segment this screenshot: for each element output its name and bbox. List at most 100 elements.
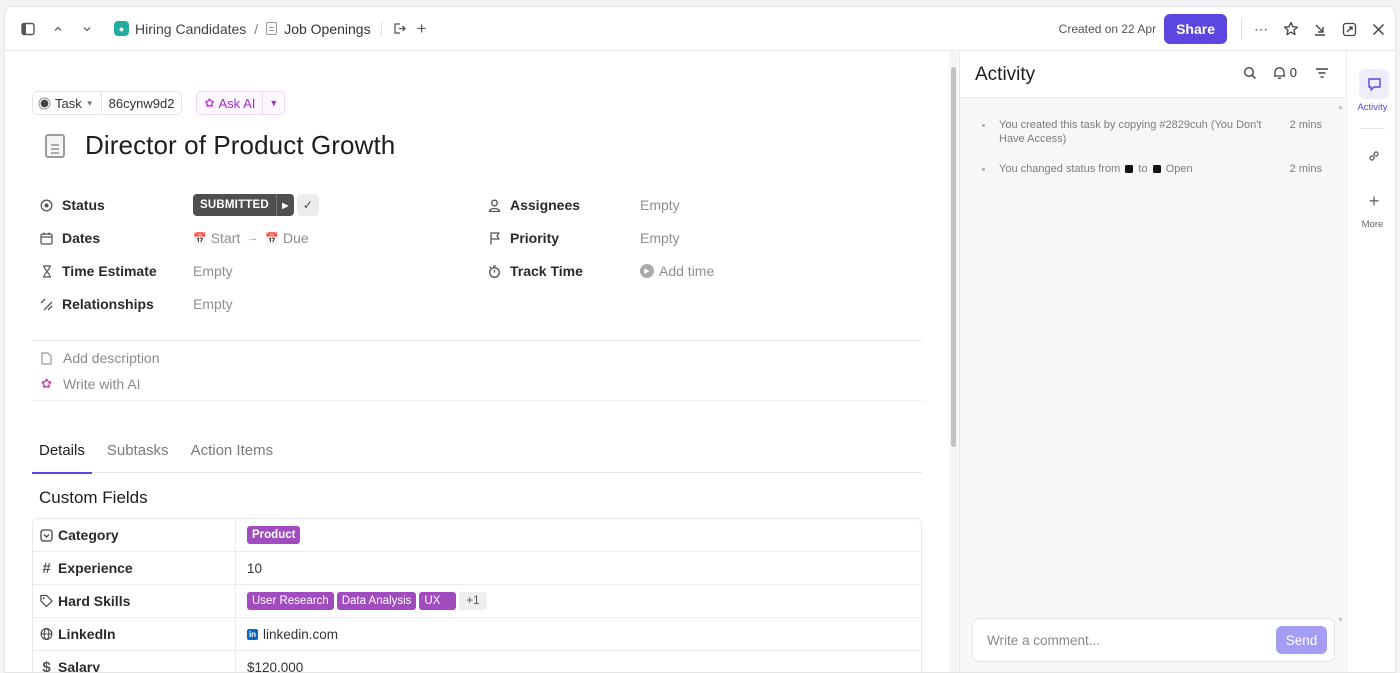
- due-date-button[interactable]: 📅 Due: [265, 230, 308, 246]
- write-with-ai-button[interactable]: ✿ Write with AI: [40, 376, 141, 392]
- rail-activity-button[interactable]: [1359, 69, 1389, 99]
- right-rail: Activity + More: [1346, 52, 1395, 672]
- field-relationships: Relationships: [40, 293, 154, 315]
- globe-icon: [40, 628, 53, 641]
- filter-icon[interactable]: [1315, 67, 1329, 79]
- table-row: Hard Skills User Research Data Analysis …: [33, 585, 921, 618]
- write-with-ai-label: Write with AI: [63, 376, 141, 392]
- ask-ai-label: Ask AI: [218, 95, 256, 111]
- rail-more-button[interactable]: +: [1359, 186, 1389, 216]
- status-value: SUBMITTED ▶ ✓: [193, 194, 319, 216]
- category-tag: Product: [247, 526, 301, 544]
- calendar-icon: [40, 232, 53, 245]
- bullet: [982, 168, 985, 171]
- tab-action-items[interactable]: Action Items: [184, 428, 281, 473]
- close-icon[interactable]: [1367, 18, 1389, 40]
- status-change-mid: to: [1138, 163, 1148, 175]
- expand-icon[interactable]: [1338, 18, 1360, 40]
- tab-details[interactable]: Details: [32, 428, 92, 474]
- chat-icon: [1367, 77, 1381, 91]
- breadcrumb-space[interactable]: Hiring Candidates: [135, 21, 246, 37]
- list-doc-icon: [266, 22, 278, 35]
- star-icon[interactable]: [1280, 18, 1302, 40]
- breadcrumb-list[interactable]: Job Openings: [284, 21, 370, 37]
- scroll-up-icon[interactable]: ▲: [1337, 104, 1344, 111]
- rail-activity-label: Activity: [1357, 102, 1388, 113]
- activity-tools: 0: [1243, 65, 1329, 80]
- priority-label: Priority: [510, 230, 560, 246]
- activity-time: 2 mins: [1289, 119, 1322, 131]
- task-type-button[interactable]: Task ▼: [32, 91, 102, 115]
- more-options-icon[interactable]: ⋯: [1250, 18, 1272, 40]
- activity-scrollbar[interactable]: ▲ ▼: [1337, 104, 1344, 624]
- rail-link-button[interactable]: [1359, 141, 1389, 171]
- custom-field-label: # Experience: [33, 552, 236, 584]
- ask-ai-button[interactable]: ✿ Ask AI ▼: [196, 91, 286, 115]
- sidebar-toggle-icon[interactable]: [17, 18, 39, 40]
- ask-ai-chevron-icon[interactable]: ▼: [263, 98, 284, 108]
- track-time-label: Track Time: [510, 263, 583, 279]
- main-scrollbar-thumb[interactable]: [951, 67, 956, 447]
- category-value[interactable]: Product: [236, 519, 921, 551]
- track-time-button[interactable]: ▶ Add time: [640, 260, 714, 282]
- table-row: LinkedIn in linkedin.com: [33, 618, 921, 651]
- linkedin-link[interactable]: linkedin.com: [263, 627, 338, 642]
- chevron-down-icon[interactable]: [76, 18, 98, 40]
- detail-tabs: Details Subtasks Action Items: [32, 428, 922, 474]
- ask-ai-main[interactable]: ✿ Ask AI: [197, 92, 264, 114]
- calendar-icon: 📅: [265, 232, 279, 245]
- table-row: Category Product: [33, 519, 921, 552]
- priority-value[interactable]: Empty: [640, 227, 680, 249]
- link-icon: [1369, 151, 1379, 161]
- share-button[interactable]: Share: [1164, 14, 1227, 44]
- task-id[interactable]: 86cynw9d2: [101, 91, 183, 115]
- time-estimate-value[interactable]: Empty: [193, 260, 233, 282]
- category-label: Category: [58, 527, 119, 543]
- task-doc-icon: [45, 133, 65, 158]
- plus-icon[interactable]: +: [414, 18, 430, 40]
- dollar-icon: $: [42, 658, 51, 673]
- start-date-button[interactable]: 📅 Start: [193, 230, 240, 246]
- task-window: ● Hiring Candidates / Job Openings + Cre…: [4, 6, 1396, 673]
- custom-field-label: Hard Skills: [33, 585, 236, 617]
- salary-value[interactable]: $120,000: [236, 651, 921, 673]
- toolbar-divider: [1241, 18, 1242, 40]
- tab-subtasks[interactable]: Subtasks: [100, 428, 176, 473]
- chevron-down-icon: ▼: [85, 98, 94, 108]
- divider: [32, 400, 922, 401]
- experience-value[interactable]: 10: [236, 552, 921, 584]
- search-icon[interactable]: [1243, 66, 1257, 80]
- minimize-icon[interactable]: [1309, 18, 1331, 40]
- send-button[interactable]: Send: [1276, 626, 1327, 654]
- activity-panel: Activity 0 You created this task by copy…: [959, 52, 1345, 672]
- comment-input[interactable]: Write a comment... Send: [972, 618, 1335, 662]
- task-title[interactable]: Director of Product Growth: [85, 130, 395, 161]
- salary-label: Salary: [58, 659, 101, 673]
- assignees-value[interactable]: Empty: [640, 194, 680, 216]
- dates-label: Dates: [62, 230, 101, 246]
- scroll-down-icon[interactable]: ▼: [1337, 617, 1344, 624]
- move-icon[interactable]: [392, 18, 408, 40]
- calendar-icon: 📅: [193, 232, 207, 245]
- skill-tag: Data Analysis: [336, 592, 417, 610]
- dates-value: 📅 Start → 📅 Due: [193, 227, 309, 249]
- hard-skills-value[interactable]: User Research Data Analysis UX +1: [236, 585, 921, 617]
- rail-more-label: More: [1361, 219, 1384, 230]
- status-next-icon[interactable]: ▶: [275, 194, 294, 216]
- task-meta-row: Task ▼ 86cynw9d2 ✿ Ask AI ▼: [32, 91, 286, 115]
- time-estimate-label: Time Estimate: [62, 263, 157, 279]
- chevron-up-icon[interactable]: [47, 18, 69, 40]
- linkedin-value[interactable]: in linkedin.com: [236, 618, 921, 650]
- notifications-button[interactable]: 0: [1273, 65, 1297, 80]
- more-skills-badge[interactable]: +1: [459, 592, 487, 610]
- skill-tag: UX: [419, 592, 457, 610]
- task-title-row: Director of Product Growth: [45, 130, 395, 161]
- add-description-button[interactable]: Add description: [40, 350, 160, 366]
- relationships-icon: [40, 298, 53, 311]
- status-pill[interactable]: SUBMITTED ▶: [193, 194, 294, 216]
- task-type-dot-icon: [40, 99, 49, 107]
- relationships-value[interactable]: Empty: [193, 293, 233, 315]
- complete-check-icon[interactable]: ✓: [296, 194, 319, 216]
- top-bar-right: Created on 22 Apr Share ⋯: [1059, 7, 1395, 51]
- skill-tag: User Research: [247, 592, 334, 610]
